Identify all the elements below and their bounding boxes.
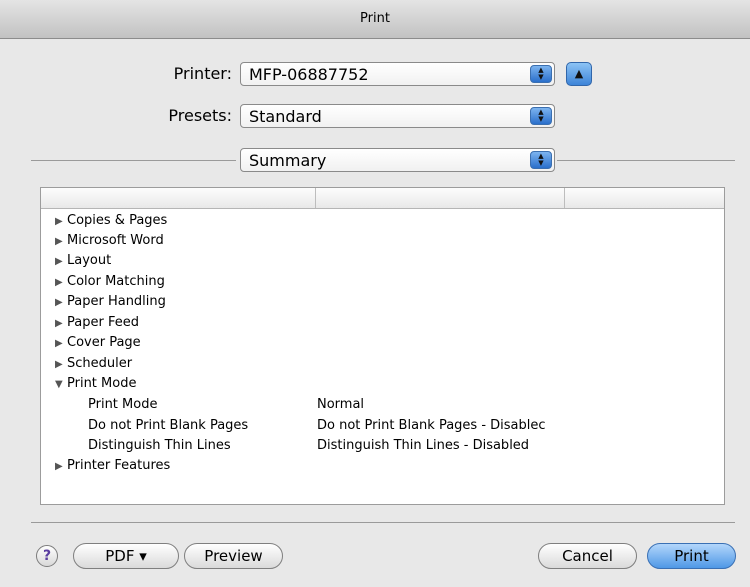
- cancel-button[interactable]: Cancel: [538, 543, 637, 569]
- detail-name: Do not Print Blank Pages: [88, 418, 249, 433]
- summary-outline[interactable]: ▶ Copies & Pages ▶ Microsoft Word ▶ Layout …: [40, 187, 725, 505]
- presets-label: Presets:: [168, 106, 232, 125]
- help-icon: ?: [42, 548, 52, 564]
- printer-popup[interactable]: MFP-06887752 ▲ ▼: [240, 62, 555, 86]
- outline-row-cover-page[interactable]: ▶ Cover Page: [55, 333, 141, 353]
- detail-value: Distinguish Thin Lines - Disabled: [317, 438, 530, 453]
- disclosure-triangle-icon[interactable]: ▶: [55, 314, 67, 334]
- disclosure-triangle-icon[interactable]: ▼: [55, 375, 67, 395]
- detail-value: Do not Print Blank Pages - Disablec: [317, 418, 546, 433]
- disclosure-triangle-icon[interactable]: ▶: [55, 212, 67, 232]
- separator-left: [31, 160, 236, 161]
- printer-value: MFP-06887752: [249, 65, 369, 84]
- column-header-1[interactable]: [41, 188, 316, 208]
- presets-popup[interactable]: Standard ▲ ▼: [240, 104, 555, 128]
- popup-stepper-icon: ▲ ▼: [530, 107, 552, 125]
- disclosure-triangle-icon[interactable]: ▶: [55, 457, 67, 477]
- disclosure-button[interactable]: ▲: [566, 62, 592, 86]
- window-titlebar: Print: [0, 0, 750, 39]
- outline-row-copies-pages[interactable]: ▶ Copies & Pages: [55, 211, 167, 231]
- preview-button[interactable]: Preview: [184, 543, 283, 569]
- disclosure-triangle-icon[interactable]: ▶: [55, 252, 67, 272]
- column-header: [41, 188, 724, 209]
- help-button[interactable]: ?: [36, 545, 58, 567]
- window-title: Print: [360, 11, 390, 26]
- outline-row-scheduler[interactable]: ▶ Scheduler: [55, 354, 132, 374]
- detail-value: Normal: [317, 397, 365, 412]
- pane-value: Summary: [249, 151, 327, 170]
- popup-stepper-icon: ▲ ▼: [530, 65, 552, 83]
- disclosure-triangle-icon[interactable]: ▶: [55, 232, 67, 252]
- pane-popup[interactable]: Summary ▲ ▼: [240, 148, 555, 172]
- printer-label: Printer:: [173, 64, 232, 83]
- presets-value: Standard: [249, 107, 322, 126]
- outline-row-color-matching[interactable]: ▶ Color Matching: [55, 272, 165, 292]
- column-header-2[interactable]: [316, 188, 565, 208]
- outline-row-paper-handling[interactable]: ▶ Paper Handling: [55, 292, 166, 312]
- print-button[interactable]: Print: [647, 543, 736, 569]
- disclosure-triangle-icon[interactable]: ▶: [55, 273, 67, 293]
- outline-row-paper-feed[interactable]: ▶ Paper Feed: [55, 313, 139, 333]
- eject-icon: ▲: [574, 67, 584, 80]
- disclosure-triangle-icon[interactable]: ▶: [55, 334, 67, 354]
- disclosure-triangle-icon[interactable]: ▶: [55, 293, 67, 313]
- separator-right: [557, 160, 735, 161]
- detail-name: Distinguish Thin Lines: [88, 438, 231, 453]
- popup-stepper-icon: ▲ ▼: [530, 151, 552, 169]
- outline-row-printer-features[interactable]: ▶ Printer Features: [55, 456, 170, 476]
- outline-row-print-mode[interactable]: ▼ Print Mode: [55, 374, 136, 394]
- outline-row-microsoft-word[interactable]: ▶ Microsoft Word: [55, 231, 164, 251]
- outline-row-layout[interactable]: ▶ Layout: [55, 251, 111, 271]
- disclosure-triangle-icon[interactable]: ▶: [55, 355, 67, 375]
- bottom-separator: [31, 522, 735, 523]
- pdf-button[interactable]: PDF ▾: [73, 543, 179, 569]
- detail-name: Print Mode: [88, 397, 158, 412]
